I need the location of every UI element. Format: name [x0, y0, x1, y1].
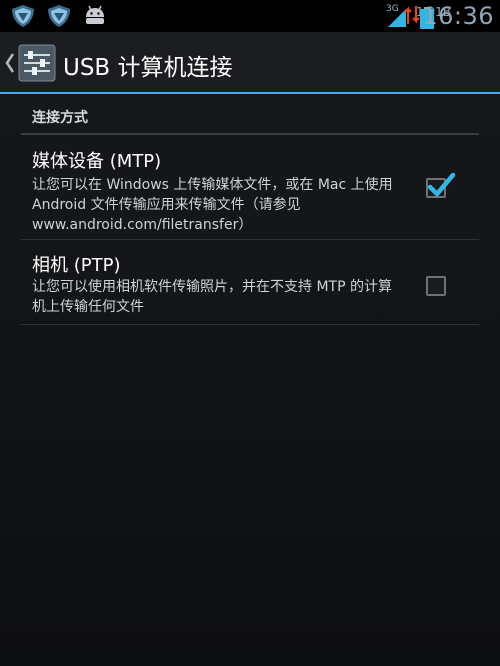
category-label: 连接方式	[32, 110, 88, 126]
android-icon	[86, 5, 104, 24]
ptp-checkbox[interactable]	[426, 276, 446, 296]
chevron-left-icon[interactable]	[4, 51, 16, 75]
page-title: USB 计算机连接	[63, 55, 233, 81]
checkmark-icon	[427, 172, 456, 197]
notification-icons	[10, 4, 108, 28]
settings-sliders-icon[interactable]	[18, 44, 56, 82]
shield-icon	[12, 5, 34, 27]
mtp-checkbox[interactable]	[426, 172, 456, 198]
status-bar: 3G 1.01B 16:36	[0, 0, 500, 32]
option-title: 相机 (PTP)	[32, 255, 121, 276]
system-status-area: 3G 1.01B 16:36	[380, 0, 500, 32]
option-title: 媒体设备 (MTP)	[32, 151, 162, 172]
action-bar: USB 计算机连接	[0, 32, 500, 94]
clock: 16:36	[422, 2, 494, 30]
option-summary: 让您可以使用相机软件传输照片，并在不支持 MTP 的计算机上传输任何文件	[32, 279, 392, 315]
category-header: 连接方式	[21, 97, 479, 135]
option-summary: 让您可以在 Windows 上传输媒体文件，或在 Mac 上使用 Android…	[32, 177, 393, 233]
option-ptp[interactable]: 相机 (PTP) 让您可以使用相机软件传输照片，并在不支持 MTP 的计算机上传…	[21, 241, 479, 325]
usb-connection-screen: 3G 1.01B 16:36	[0, 0, 500, 666]
shield-icon	[48, 5, 70, 27]
option-mtp[interactable]: 媒体设备 (MTP) 让您可以在 Windows 上传输媒体文件，或在 Mac …	[21, 137, 479, 240]
